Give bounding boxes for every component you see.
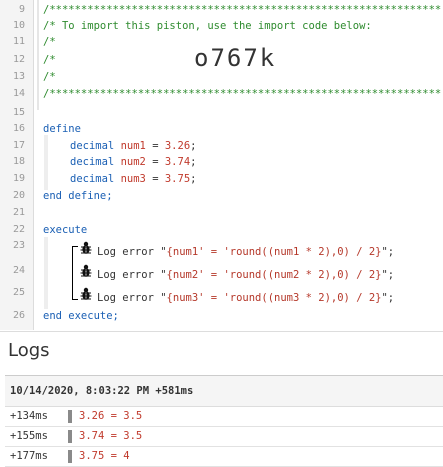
variable-name: num2 (120, 156, 146, 168)
code-line-19: 19 decimal num3 = 3.75; (0, 171, 443, 187)
assign-operator: = (145, 156, 165, 168)
bug-icon (80, 241, 92, 254)
comment-marker: /* (43, 36, 56, 48)
line-number: 9 (18, 4, 25, 15)
code-line-14: 14 /************************************… (0, 86, 443, 102)
line-number: 26 (12, 310, 25, 321)
log-entry: +134ms 3.26 = 3.5 (5, 407, 443, 427)
code-line-15: 15 (0, 105, 443, 121)
line-number: 11 (12, 36, 25, 47)
code-editor[interactable]: 9 /*************************************… (0, 0, 443, 330)
comment-marker: /* (43, 54, 56, 66)
assign-operator: = (145, 140, 165, 152)
semicolon: ; (190, 173, 197, 185)
import-comment: /* To import this piston, use the import… (43, 20, 372, 32)
variable-name: num3 (120, 173, 146, 185)
type-keyword: decimal (70, 173, 115, 185)
log-entry: +155ms 3.74 = 3.5 (5, 427, 443, 447)
code-line-21: 21 (0, 205, 443, 221)
define-keyword[interactable]: define (43, 121, 81, 137)
import-code[interactable]: o767k (194, 44, 276, 72)
line-number: 19 (12, 173, 25, 184)
log-entry-message: 3.74 = 3.5 (79, 430, 143, 442)
line-number: 15 (12, 107, 25, 118)
log-suffix: "; (381, 292, 395, 304)
code-line-13: 13 /* (0, 69, 443, 85)
line-number: 10 (12, 20, 25, 31)
code-line-20: 20 end define; (0, 188, 443, 204)
log-statement[interactable]: Log error "{num2' = 'round((num2 * 2),0)… (0, 264, 443, 283)
log-statement[interactable]: Log error "{num1' = 'round((num1 * 2),0)… (0, 241, 443, 260)
log-entry-time: +134ms (10, 410, 48, 422)
semicolon: ; (190, 156, 197, 168)
code-line-22: 22 execute (0, 222, 443, 238)
code-line-26: 26 end execute; (0, 308, 443, 324)
log-entry-time: +177ms (10, 450, 48, 462)
log-session-timestamp: 10/14/2020, 8:03:22 PM +581ms (10, 385, 194, 397)
type-keyword: decimal (70, 156, 115, 168)
variable-value: 3.74 (164, 156, 191, 168)
log-prefix: Log error " (97, 246, 167, 258)
log-expression: {num1' = 'round((num1 * 2),0) / 2} (166, 246, 382, 258)
code-line-18: 18 decimal num2 = 3.74; (0, 154, 443, 170)
log-entry-message: 3.75 = 4 (79, 450, 130, 462)
code-line-17: 17 decimal num1 = 3.26; (0, 138, 443, 154)
variable-declaration[interactable]: decimal num1 = 3.26; (70, 138, 196, 154)
semicolon: ; (190, 140, 197, 152)
bug-icon (80, 287, 92, 300)
log-statement[interactable]: Log error "{num3' = 'round((num3 * 2),0)… (0, 287, 443, 306)
section-divider (0, 331, 443, 332)
code-line-9: 9 /*************************************… (0, 2, 443, 18)
comment-stars: /***************************************… (43, 4, 442, 16)
log-expression: {num2' = 'round((num2 * 2),0) / 2} (166, 269, 382, 281)
log-suffix: "; (381, 246, 395, 258)
log-level-marker (68, 410, 72, 423)
execute-keyword[interactable]: execute (43, 222, 87, 238)
line-number: 21 (12, 207, 25, 218)
line-number: 22 (12, 224, 25, 235)
log-prefix: Log error " (97, 292, 167, 304)
log-entry-time: +155ms (10, 430, 48, 442)
variable-declaration[interactable]: decimal num2 = 3.74; (70, 154, 196, 170)
logs-heading: Logs (8, 340, 50, 361)
line-number: 12 (12, 54, 25, 65)
line-number: 18 (12, 156, 25, 167)
line-number: 14 (12, 88, 25, 99)
log-entry-message: 3.26 = 3.5 (79, 410, 143, 422)
code-line-16: 16 define (0, 121, 443, 137)
code-line-10: 10 /* To import this piston, use the imp… (0, 18, 443, 34)
type-keyword: decimal (70, 140, 115, 152)
log-session-header[interactable]: 10/14/2020, 8:03:22 PM +581ms (5, 376, 443, 407)
log-suffix: "; (381, 269, 395, 281)
comment-stars: /***************************************… (43, 88, 442, 100)
log-expression: {num3' = 'round((num3 * 2),0) / 2} (166, 292, 382, 304)
log-level-marker (68, 430, 72, 443)
variable-value: 3.26 (164, 140, 191, 152)
end-execute-keyword[interactable]: end execute; (43, 308, 119, 324)
log-prefix: Log error " (97, 269, 167, 281)
assign-operator: = (145, 173, 165, 185)
line-number: 13 (12, 71, 25, 82)
variable-value: 3.75 (164, 173, 191, 185)
logs-panel: 10/14/2020, 8:03:22 PM +581ms +134ms 3.2… (5, 375, 443, 467)
log-entry: +177ms 3.75 = 4 (5, 447, 443, 467)
comment-marker: /* (43, 71, 56, 83)
line-number: 17 (12, 140, 25, 151)
end-define-keyword[interactable]: end define; (43, 188, 113, 204)
variable-name: num1 (120, 140, 146, 152)
variable-declaration[interactable]: decimal num3 = 3.75; (70, 171, 196, 187)
line-number: 20 (12, 190, 25, 201)
bug-icon (80, 264, 92, 277)
log-level-marker (68, 450, 72, 463)
line-number: 16 (12, 123, 25, 134)
